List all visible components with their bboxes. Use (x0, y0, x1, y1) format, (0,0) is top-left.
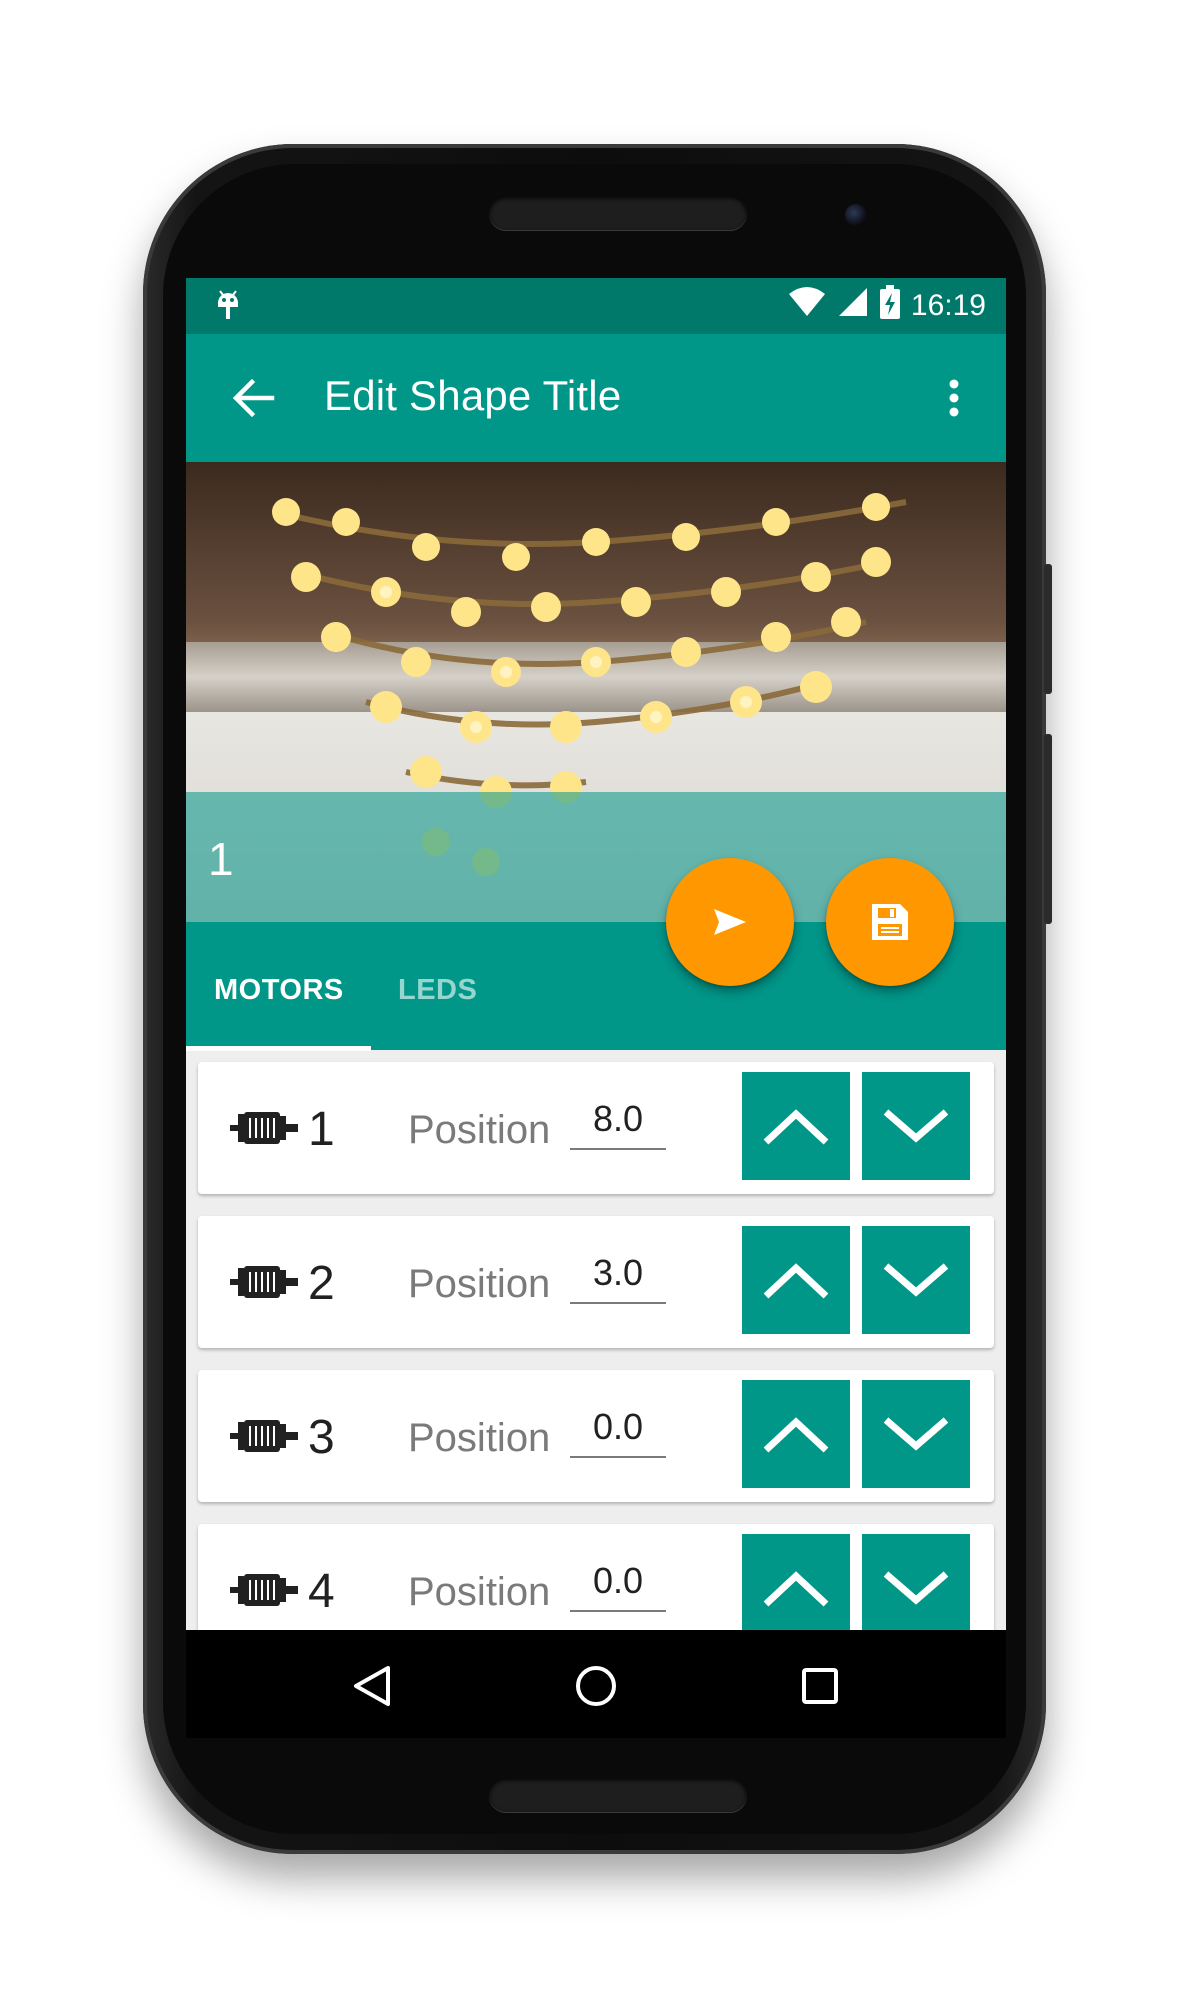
position-up-button[interactable] (742, 1380, 850, 1488)
position-up-button[interactable] (742, 1534, 850, 1642)
power-button (1044, 564, 1052, 694)
nav-recents-icon (802, 1668, 838, 1704)
shape-number-label: 1 (208, 833, 234, 885)
motor-icon (230, 1574, 298, 1606)
position-input[interactable]: 8.0 (570, 1098, 666, 1150)
motor-icon (230, 1112, 298, 1144)
arrow-back-icon (232, 378, 275, 418)
battery-charging-icon (879, 285, 901, 327)
motor-number: 4 (308, 1565, 335, 1618)
volume-button (1044, 734, 1052, 924)
more-vert-icon (949, 379, 959, 417)
chevron-down-icon (883, 1417, 949, 1451)
position-label: Position (408, 1262, 551, 1306)
wifi-icon (787, 286, 827, 326)
chevron-down-icon (883, 1109, 949, 1143)
shape-photo: 1 (186, 462, 1006, 922)
position-input[interactable]: 0.0 (570, 1560, 666, 1612)
app-screen: 16:19 Edit Shape Title 1 MOTORS LEDS 1 P… (186, 278, 1006, 1738)
tab-leds[interactable]: LEDS (398, 974, 477, 1007)
send-button[interactable] (666, 858, 794, 986)
chevron-down-icon (883, 1571, 949, 1605)
chevron-up-icon (763, 1109, 829, 1145)
motor-card: 3 Position 0.0 (198, 1370, 994, 1502)
motor-card: 2 Position 3.0 (198, 1216, 994, 1348)
nav-home-button[interactable] (568, 1658, 624, 1714)
nav-back-icon (354, 1666, 390, 1706)
motor-number: 1 (308, 1103, 335, 1156)
top-speaker (489, 196, 747, 230)
motor-icon (230, 1420, 298, 1452)
system-nav-bar (186, 1630, 1006, 1738)
position-up-button[interactable] (742, 1226, 850, 1334)
nav-back-button[interactable] (344, 1658, 400, 1714)
motor-number: 3 (308, 1411, 335, 1464)
send-icon (714, 909, 746, 935)
position-down-button[interactable] (862, 1380, 970, 1488)
app-toolbar: Edit Shape Title (186, 334, 1006, 462)
chevron-up-icon (763, 1571, 829, 1607)
bottom-speaker (489, 1778, 747, 1812)
position-input[interactable]: 3.0 (570, 1252, 666, 1304)
position-label: Position (408, 1108, 551, 1152)
signal-icon (837, 286, 869, 326)
position-label: Position (408, 1416, 551, 1460)
chevron-up-icon (763, 1417, 829, 1453)
motor-card: 1 Position 8.0 (198, 1062, 994, 1194)
chevron-down-icon (883, 1263, 949, 1297)
save-button[interactable] (826, 858, 954, 986)
nav-recents-button[interactable] (792, 1658, 848, 1714)
position-down-button[interactable] (862, 1072, 970, 1180)
page-title: Edit Shape Title (324, 372, 622, 419)
save-icon (872, 904, 908, 940)
position-label: Position (408, 1570, 551, 1614)
overflow-menu-button[interactable] (938, 370, 970, 426)
tab-motors[interactable]: MOTORS (214, 974, 344, 1007)
nav-home-icon (576, 1666, 616, 1706)
position-up-button[interactable] (742, 1072, 850, 1180)
position-down-button[interactable] (862, 1534, 970, 1642)
android-debug-icon (214, 287, 242, 326)
status-bar: 16:19 (186, 278, 1006, 334)
status-time: 16:19 (910, 289, 986, 322)
back-button[interactable] (226, 370, 282, 426)
motor-number: 2 (308, 1257, 335, 1310)
front-camera (845, 204, 867, 226)
position-input[interactable]: 0.0 (570, 1406, 666, 1458)
motor-icon (230, 1266, 298, 1298)
position-down-button[interactable] (862, 1226, 970, 1334)
chevron-up-icon (763, 1263, 829, 1299)
